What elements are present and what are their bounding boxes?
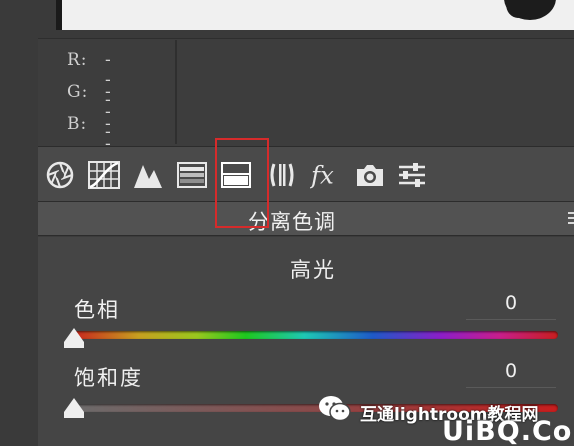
- site-watermark: UiBQ.CoM: [442, 416, 574, 446]
- channel-label: R:: [67, 50, 88, 70]
- effects-tool-icon[interactable]: fx: [310, 159, 342, 191]
- preview-strip: [0, 0, 574, 38]
- detail-tool-icon[interactable]: [132, 159, 164, 191]
- hue-slider-thumb[interactable]: [64, 328, 84, 348]
- lens-corrections-tool-icon[interactable]: [266, 159, 298, 191]
- rgb-divider: [175, 40, 177, 144]
- saturation-value-field[interactable]: 0: [466, 360, 556, 388]
- rgb-row-b: B: ---: [67, 114, 111, 174]
- saturation-slider-thumb[interactable]: [64, 398, 84, 418]
- basic-tool-icon[interactable]: [44, 159, 76, 191]
- hue-value-field[interactable]: 0: [466, 292, 556, 320]
- rgb-readout-panel: [38, 38, 574, 146]
- hsl-tool-icon[interactable]: [176, 159, 208, 191]
- saturation-label: 饱和度: [74, 366, 143, 390]
- left-gutter: [0, 38, 38, 446]
- preview-margin: [0, 0, 56, 38]
- camera-calibration-tool-icon[interactable]: [354, 159, 386, 191]
- panel-menu-icon[interactable]: [568, 212, 574, 227]
- section-title: 分离色调: [248, 210, 336, 234]
- rgb-row-r: R: ---: [67, 50, 111, 110]
- photo-preview: [56, 0, 574, 30]
- svg-text:fx: fx: [310, 160, 334, 189]
- tone-curve-tool-icon[interactable]: [88, 159, 120, 191]
- split-toning-tool-icon[interactable]: [220, 159, 252, 191]
- hue-slider-track[interactable]: [70, 331, 558, 339]
- rgb-row-g: G: ---: [67, 82, 111, 142]
- highlights-subtitle: 高光: [290, 258, 336, 282]
- hue-label: 色相: [74, 298, 120, 322]
- channel-label: B:: [67, 114, 88, 134]
- split-toning-header[interactable]: 分离色调: [38, 202, 574, 236]
- wechat-logo-icon: [318, 394, 352, 424]
- channel-label: G:: [67, 82, 89, 102]
- panel-tab-toolbar: fx: [38, 146, 574, 202]
- presets-tool-icon[interactable]: [396, 159, 428, 191]
